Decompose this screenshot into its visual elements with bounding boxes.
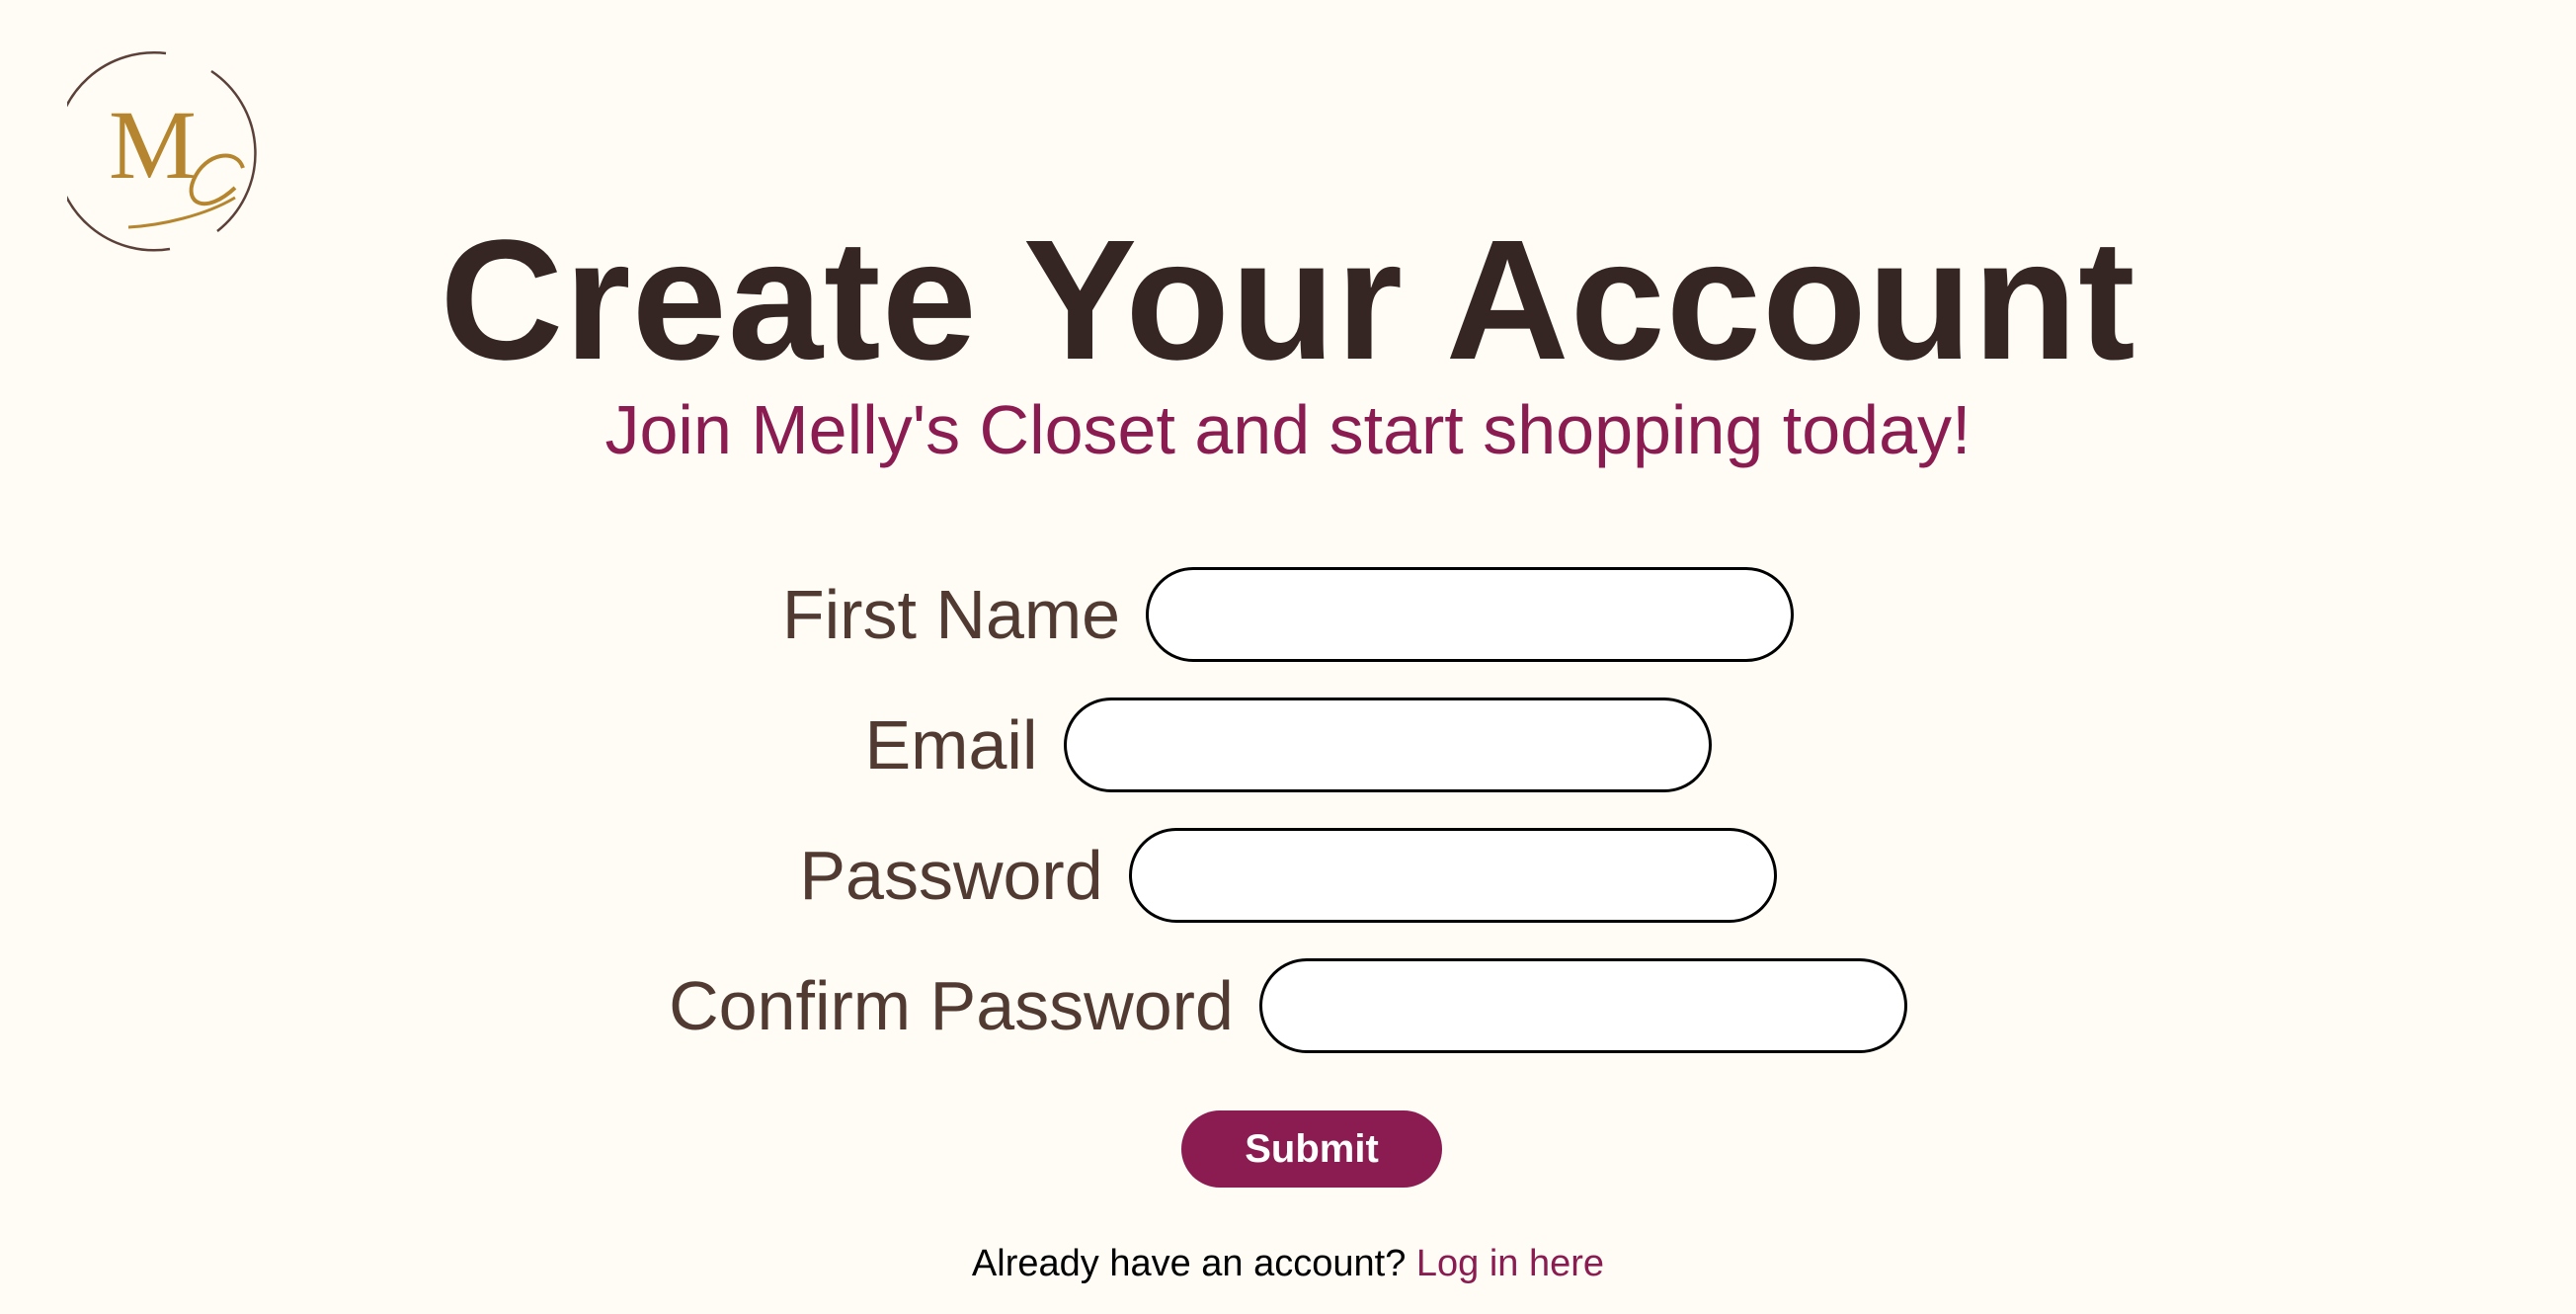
login-prompt: Already have an account? Log in here: [0, 1239, 2576, 1288]
confirm-password-label: Confirm Password: [669, 967, 1234, 1044]
email-input[interactable]: [1063, 698, 1712, 792]
login-link[interactable]: Log in here: [1416, 1243, 1604, 1284]
login-prompt-text: Already have an account?: [971, 1243, 1407, 1284]
page-subtitle: Join Melly's Closet and start shopping t…: [604, 391, 1972, 468]
password-input[interactable]: [1128, 828, 1777, 923]
first-name-row: First Name: [0, 565, 2576, 664]
confirm-password-input[interactable]: [1258, 958, 1907, 1053]
password-label: Password: [799, 837, 1103, 914]
first-name-label: First Name: [781, 576, 1121, 653]
first-name-input[interactable]: [1146, 567, 1795, 662]
email-row: Email: [0, 696, 2576, 794]
page-title: Create Your Account: [440, 204, 2136, 395]
email-label: Email: [864, 706, 1038, 783]
submit-button[interactable]: Submit: [1181, 1110, 1442, 1188]
confirm-password-row: Confirm Password: [0, 956, 2576, 1055]
password-row: Password: [0, 826, 2576, 925]
svg-text:M: M: [109, 90, 197, 200]
